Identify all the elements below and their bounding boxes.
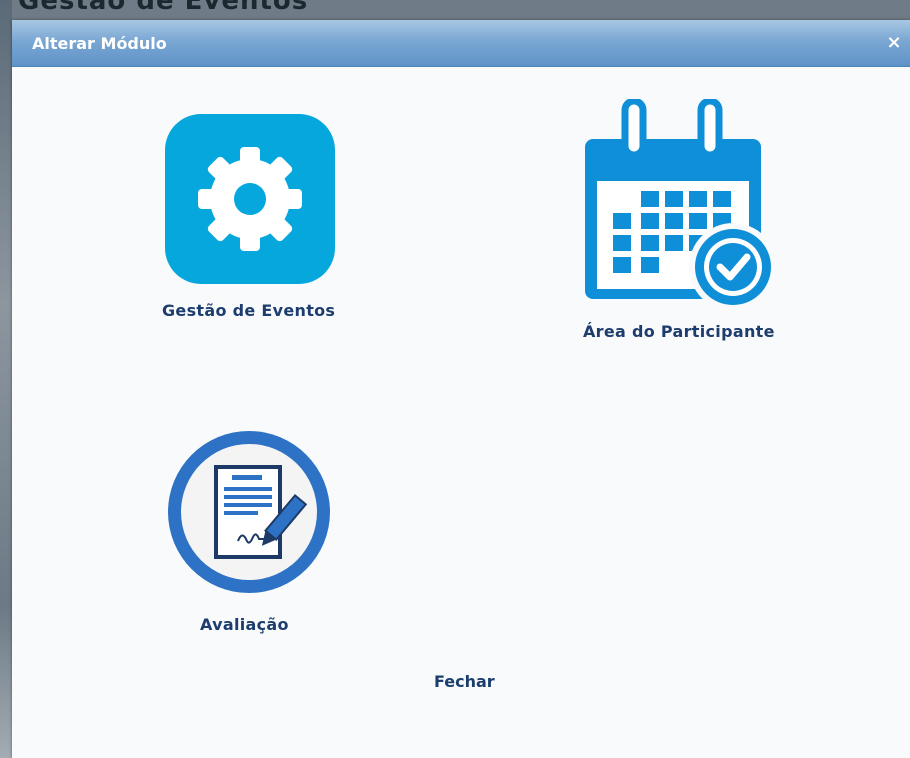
calendar-check-icon xyxy=(585,99,777,311)
backdrop-edge xyxy=(0,0,12,758)
module-label: Gestão de Eventos xyxy=(162,301,336,320)
module-label: Avaliação xyxy=(200,615,289,634)
backdrop-page-title: Gestão de Eventos xyxy=(18,0,309,16)
module-gestao-eventos[interactable]: Gestão de Eventos xyxy=(152,114,352,324)
module-area-participante[interactable]: Área do Participante xyxy=(577,99,787,344)
module-label: Área do Participante xyxy=(583,322,775,341)
signed-document-icon xyxy=(168,431,330,593)
fechar-link[interactable]: Fechar xyxy=(434,672,495,691)
dialog-content: Gestão de Eventos Área do Participante A… xyxy=(12,67,910,758)
close-icon[interactable]: × xyxy=(884,33,904,53)
change-module-dialog: Alterar Módulo × Gestão de Eventos Área … xyxy=(12,20,910,758)
dialog-title: Alterar Módulo xyxy=(32,34,167,53)
module-avaliacao[interactable]: Avaliação xyxy=(162,429,342,639)
gear-icon xyxy=(165,114,335,284)
dialog-titlebar: Alterar Módulo × xyxy=(12,20,910,67)
